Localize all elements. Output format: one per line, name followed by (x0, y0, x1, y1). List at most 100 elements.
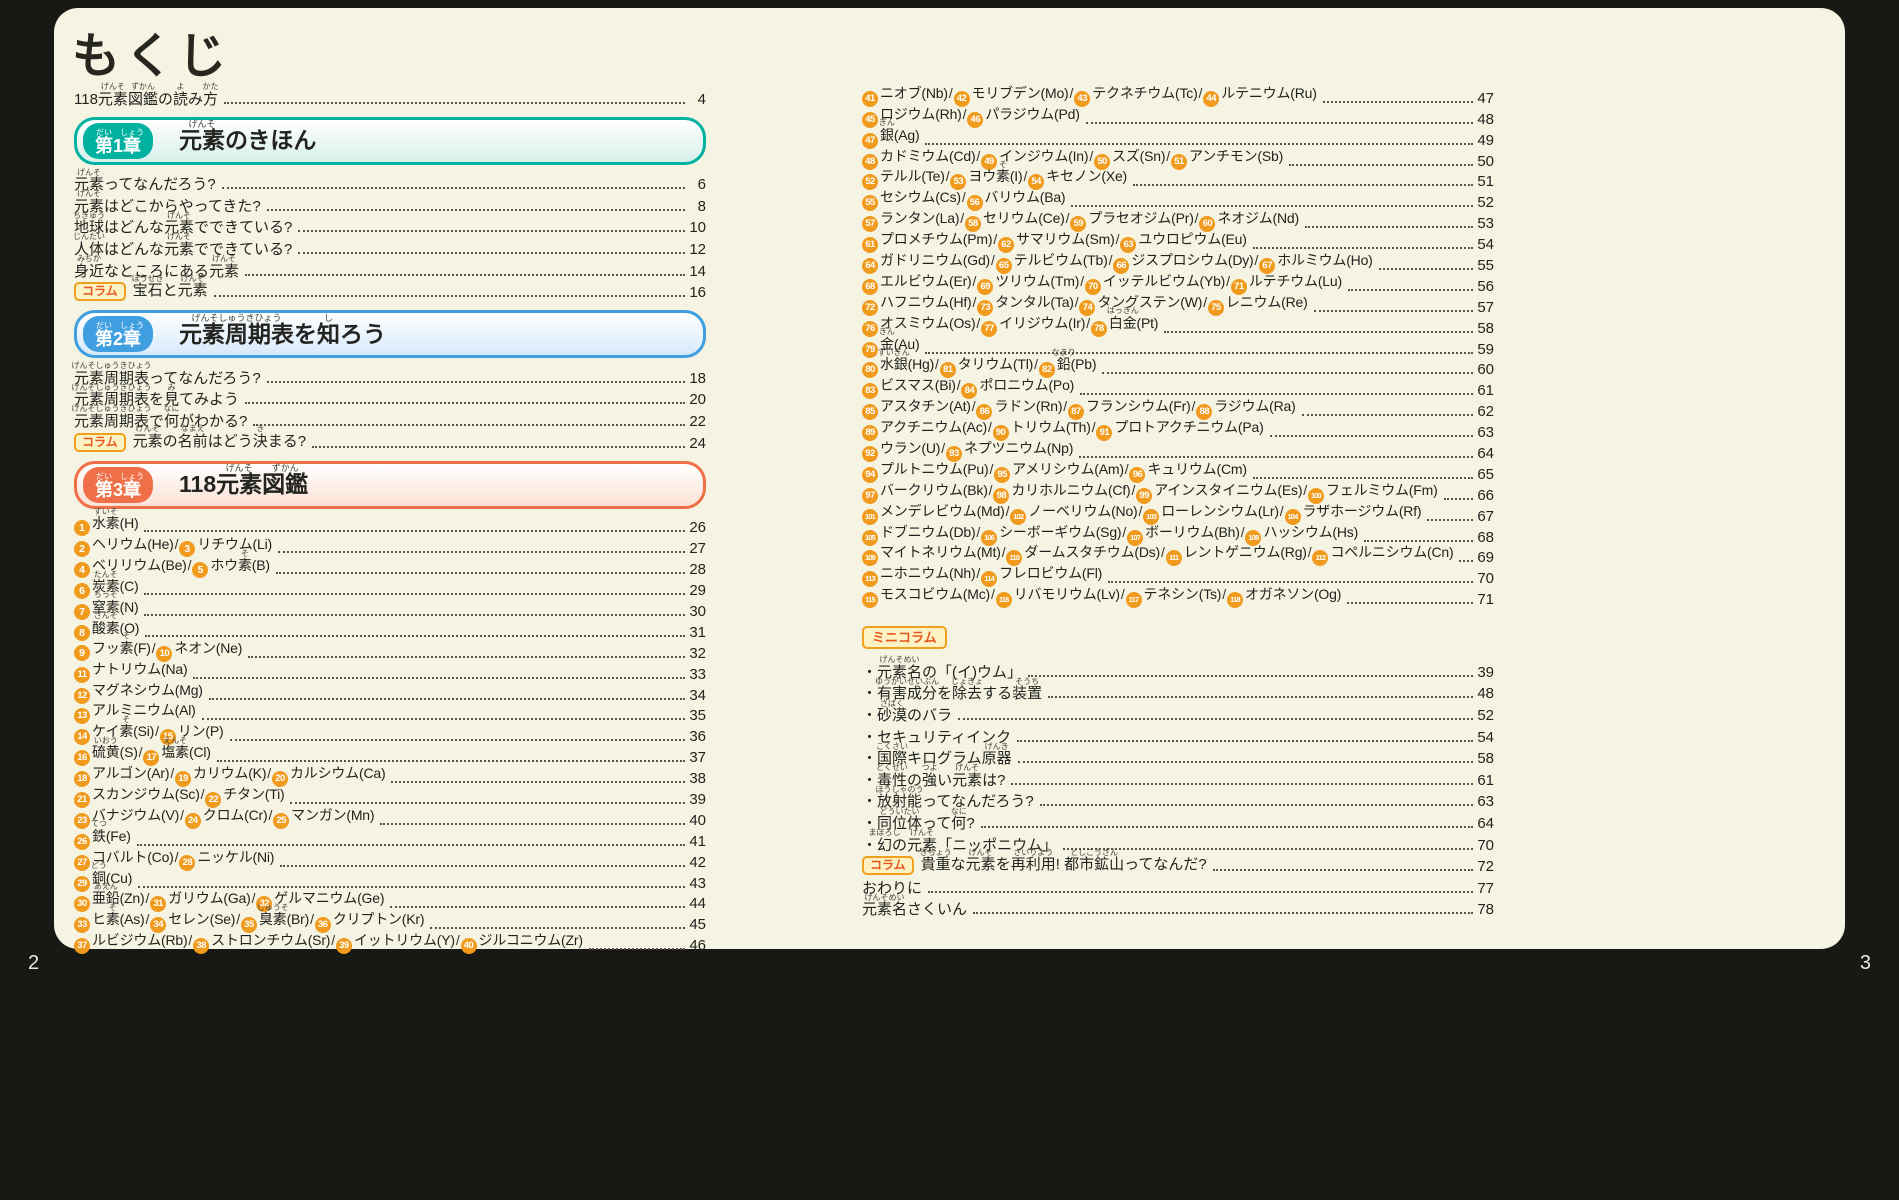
furigana-text: すいぎん (878, 349, 910, 357)
ruby-base: さんそ酸素 (92, 620, 120, 637)
dot-leader (1071, 205, 1473, 207)
toc-page-number: 59 (1476, 341, 1494, 358)
element-toc-row: 29どう銅(Cu)43 (74, 871, 706, 892)
ruby-base: げんそ元素 (164, 241, 194, 258)
element-toc-row: 9フッそ素(F)/10ネオン(Ne)32 (74, 641, 706, 662)
chapter-number-badge: だい第2しょう章 (83, 316, 153, 352)
furigana-text: ゆうがいせいぶん (875, 678, 939, 686)
dot-leader (290, 802, 685, 804)
ruby-base: ぎん銀 (880, 127, 894, 144)
toc-page-number: 46 (688, 937, 706, 954)
furigana-text: ほうしゃのう (876, 786, 924, 794)
separator-slash: / (1023, 168, 1027, 184)
toc-page-number: 66 (1476, 487, 1494, 504)
element-toc-row: 72ハフニウム(Hf)/73タンタル(Ta)/74タングステン(W)/75レニウ… (862, 295, 1494, 316)
toc-page-number: 27 (688, 540, 706, 557)
ruby-base: きちょう貴重 (921, 856, 951, 873)
chapter-title: 118げんそ元素ずかん図鑑 (179, 472, 308, 497)
furigana-text: そうち (1015, 678, 1039, 686)
element-number-badge: 104 (1285, 509, 1301, 525)
toc-page-number: 62 (1476, 403, 1494, 420)
column-badge: コラム (862, 856, 914, 875)
chapter-title: げんそ元素のきほん (179, 128, 316, 153)
mini-column-badge: ミニコラム (862, 626, 947, 649)
furigana-text: じょきょ (951, 678, 983, 686)
separator-slash: / (972, 398, 976, 414)
chapter-banner: だい第3しょう章 118げんそ元素ずかん図鑑 (74, 461, 706, 509)
element-number-badge: 67 (1259, 258, 1275, 274)
toc-entry-label: 52テルル(Te)/53ヨウそ素(I)/54キセノン(Xe) (862, 168, 1127, 190)
element-toc-row: 41ニオブ(Nb)/42モリブデン(Mo)/43テクネチウム(Tc)/44ルテニ… (862, 86, 1494, 107)
element-number-badge: 20 (272, 771, 288, 787)
element-number-badge: 29 (74, 876, 90, 892)
element-number-badge: 81 (940, 362, 956, 378)
dot-leader (145, 635, 685, 637)
toc-page-number: 64 (1476, 815, 1494, 832)
dot-leader (276, 572, 685, 574)
chapter-number-badge: だい第1しょう章 (83, 123, 153, 159)
dot-leader (209, 698, 685, 700)
chapter-number-badge: だい第3しょう章 (83, 467, 153, 503)
toc-page-number: 40 (688, 812, 706, 829)
element-toc-row: 109マイトネリウム(Mt)/110ダームスタチウム(Ds)/111レントゲニウ… (862, 546, 1494, 567)
dot-leader (144, 614, 685, 616)
toc-row: みぢか身近なところにあるげんそ元素14 (74, 258, 706, 280)
element-number-badge: 61 (862, 237, 878, 253)
separator-slash: / (935, 356, 939, 372)
element-toc-row: 55セシウム(Cs)/56バリウム(Ba)52 (862, 190, 1494, 211)
furigana-text: げんそ (77, 190, 101, 198)
toc-page-number: 20 (688, 391, 706, 408)
dot-leader (1011, 783, 1473, 785)
dot-leader (1040, 804, 1473, 806)
toc-page-number: 55 (1476, 257, 1494, 274)
toc-page-number: 26 (688, 519, 706, 536)
toc-page-number: 34 (688, 687, 706, 704)
element-number-badge: 16 (74, 750, 90, 766)
furigana-text: あえん (94, 883, 118, 891)
toc-entry-label: げんそめい元素名さくいん (862, 901, 967, 918)
element-number-badge: 100 (1308, 488, 1324, 504)
dot-leader (224, 102, 685, 104)
furigana-text: なに (164, 405, 180, 413)
toc-page-number: 51 (1476, 173, 1494, 190)
furigana-text: げんそ (969, 849, 993, 857)
element-toc-row: 68エルビウム(Er)/69ツリウム(Tm)/70イッテルビウム(Yb)/71ル… (862, 274, 1494, 295)
dot-leader (248, 656, 685, 658)
dot-leader (298, 252, 685, 254)
element-toc-row: 79きん金(Au)59 (862, 337, 1494, 358)
element-number-badge: 112 (1312, 550, 1328, 566)
dot-leader (214, 295, 685, 297)
toc-page-number: 41 (688, 833, 706, 850)
dot-leader (245, 402, 685, 404)
furigana-text: げんそしゅうきひょう (72, 405, 152, 413)
dot-leader (1133, 184, 1473, 186)
toc-entry-label: 113ニホニウム(Nh)/114フレロビウム(Fl) (862, 565, 1102, 587)
toc-row: コラムげんそ元素のなまえ名前はどうき決まる?24 (74, 430, 706, 452)
toc-page-number: 69 (1476, 549, 1494, 566)
ruby-base: しゅうそ臭素 (259, 911, 287, 928)
separator-slash: / (1002, 544, 1006, 560)
separator-slash: / (1063, 398, 1067, 414)
element-number-badge: 2 (74, 541, 90, 557)
toc-left-column: 118げんそ元素ずかん図鑑のよ読みかた方4だい第1しょう章げんそ元素のきほんげん… (74, 86, 706, 954)
dot-leader (1302, 414, 1473, 416)
dot-leader (1017, 740, 1473, 742)
toc-page-number: 58 (1476, 750, 1494, 767)
furigana-text: しょう (120, 322, 144, 330)
element-number-badge: 10 (156, 646, 172, 662)
toc-page-number: 45 (688, 916, 706, 933)
toc-row: げんそしゅうきひょう元素周期表でなに何がわかる?22 (74, 408, 706, 430)
separator-slash: / (1303, 482, 1307, 498)
element-number-badge: 45 (862, 112, 878, 128)
dot-leader (925, 143, 1473, 145)
separator-slash: / (139, 744, 143, 760)
ruby-base: げんそめい元素名 (862, 901, 907, 918)
toc-page-number: 14 (688, 263, 706, 280)
toc-page-number: 61 (1476, 382, 1494, 399)
furigana-text: ほうせき (132, 275, 164, 283)
element-number-badge: 41 (862, 91, 878, 107)
furigana-text: げんそ (167, 233, 191, 241)
ruby-base: しょう章 (123, 330, 141, 348)
element-number-badge: 38 (193, 938, 209, 954)
dot-leader (390, 906, 685, 908)
